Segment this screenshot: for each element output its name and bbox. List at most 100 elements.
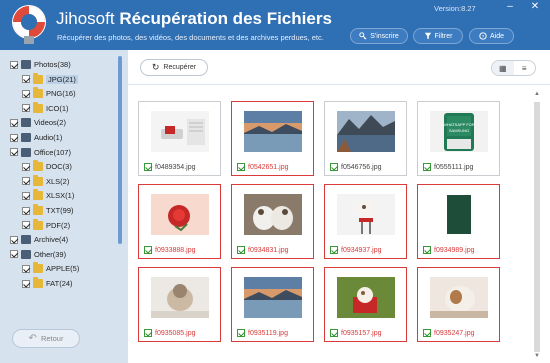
- photo-icon: [21, 60, 31, 69]
- file-checkbox[interactable]: [423, 163, 431, 171]
- file-caption: f0546756.jpg: [330, 163, 381, 171]
- folder-icon: [33, 218, 43, 230]
- sidebar-item-pdf[interactable]: PDF(2): [22, 218, 71, 232]
- thumbnail-image: [243, 111, 302, 152]
- file-caption: f0934937.jpg: [330, 246, 381, 254]
- back-button[interactable]: ↶ Retour: [12, 329, 80, 348]
- scroll-down-icon[interactable]: ▼: [532, 352, 542, 360]
- sidebar-item-xlsx[interactable]: XLSX(1): [22, 189, 74, 202]
- file-thumbnail-card[interactable]: f0935157.jpg: [324, 267, 407, 342]
- thumbnail-image: [150, 111, 209, 152]
- sidebar-item-doc[interactable]: DOC(3): [22, 160, 72, 173]
- grid-view-icon[interactable]: ▦: [492, 61, 514, 75]
- version-label: Version:8.27: [434, 4, 476, 13]
- file-thumbnail-card[interactable]: f0935085.jpg: [138, 267, 221, 342]
- sidebar-item-photos[interactable]: Photos(38): [10, 58, 71, 71]
- checkbox[interactable]: [22, 206, 30, 215]
- sidebar-item-label: PDF(2): [46, 220, 71, 230]
- file-thumbnail-card[interactable]: f0546756.jpg: [324, 101, 407, 176]
- sidebar-item-other[interactable]: Other(39): [10, 248, 66, 261]
- sidebar-item-png[interactable]: PNG(16): [22, 87, 76, 100]
- file-checkbox[interactable]: [330, 329, 338, 337]
- sidebar-item-fat[interactable]: FAT(24): [22, 277, 73, 290]
- close-icon[interactable]: ✕: [528, 1, 542, 13]
- sidebar-item-jpg[interactable]: JPG(21): [22, 72, 78, 86]
- thumbnail-image: WHATSAPP FOR SAMSUNG: [429, 111, 488, 152]
- file-thumbnail-card[interactable]: f0935119.jpg: [231, 267, 314, 342]
- recover-icon: ↻: [151, 62, 160, 72]
- checkbox[interactable]: [22, 162, 30, 171]
- checkbox[interactable]: [10, 148, 18, 157]
- sidebar-item-txt[interactable]: TXT(99): [22, 204, 74, 217]
- checkbox[interactable]: [22, 221, 30, 230]
- file-thumbnail-card[interactable]: f0934831.jpg: [231, 184, 314, 259]
- folder-icon: [33, 160, 43, 172]
- thumbnail-image: [336, 277, 395, 318]
- sidebar-scrollbar[interactable]: [118, 56, 122, 244]
- help-button[interactable]: ? Aide: [469, 28, 514, 44]
- file-thumbnail-card[interactable]: f0935247.jpg: [417, 267, 500, 342]
- filter-icon: [424, 32, 431, 40]
- sidebar-item-ico[interactable]: ICO(1): [22, 101, 69, 115]
- file-thumbnail-card[interactable]: f0934989.jpg: [417, 184, 500, 259]
- file-thumbnail-card[interactable]: f0542651.jpg: [231, 101, 314, 176]
- file-thumbnail-card[interactable]: WHATSAPP FOR SAMSUNG f0555111.jpg: [417, 101, 500, 176]
- file-checkbox[interactable]: [423, 246, 431, 254]
- title-main: Récupération des Fichiers: [119, 9, 332, 28]
- sidebar-item-audio[interactable]: Audio(1): [10, 131, 62, 144]
- file-thumbnail-card[interactable]: f0933888.jpg: [138, 184, 221, 259]
- checkbox[interactable]: [10, 118, 18, 127]
- file-caption: f0935119.jpg: [237, 329, 288, 337]
- sidebar-item-apple[interactable]: APPLE(5): [22, 262, 79, 275]
- filter-button[interactable]: Filtrer: [413, 28, 463, 44]
- file-name: f0555111.jpg: [434, 163, 474, 171]
- checkbox[interactable]: [22, 191, 30, 200]
- folder-icon: [33, 101, 43, 113]
- file-checkbox[interactable]: [237, 163, 245, 171]
- checkbox[interactable]: [22, 75, 30, 84]
- file-checkbox[interactable]: [144, 246, 152, 254]
- file-checkbox[interactable]: [144, 329, 152, 337]
- file-thumbnail-card[interactable]: f0489354.jpg: [138, 101, 221, 176]
- checkbox[interactable]: [10, 133, 18, 142]
- scroll-up-icon[interactable]: ▲: [532, 90, 542, 98]
- file-checkbox[interactable]: [330, 163, 338, 171]
- register-button[interactable]: S'inscrire: [350, 28, 408, 44]
- sidebar-item-office[interactable]: Office(107): [10, 146, 71, 159]
- scroll-thumb[interactable]: [534, 102, 540, 352]
- folder-icon: [33, 204, 43, 215]
- file-name: f0542651.jpg: [248, 163, 289, 171]
- app-title: Jihosoft Récupération des Fichiers: [56, 9, 332, 29]
- file-checkbox[interactable]: [423, 329, 431, 337]
- file-caption: f0935085.jpg: [144, 329, 195, 337]
- sidebar-item-xls[interactable]: XLS(2): [22, 174, 69, 188]
- file-checkbox[interactable]: [144, 163, 152, 171]
- checkbox[interactable]: [22, 264, 30, 273]
- file-name: f0546756.jpg: [341, 163, 382, 171]
- checkbox[interactable]: [22, 279, 30, 288]
- checkbox[interactable]: [22, 177, 30, 186]
- minimize-icon[interactable]: –: [503, 1, 517, 13]
- checkbox[interactable]: [10, 60, 18, 69]
- checkbox[interactable]: [10, 250, 18, 259]
- sidebar-item-archive[interactable]: Archive(4): [10, 233, 68, 246]
- folder-icon: [33, 72, 43, 84]
- audio-icon: [21, 133, 31, 142]
- thumbnail-image: [243, 277, 302, 318]
- thumbnail-image: [243, 194, 302, 235]
- file-checkbox[interactable]: [237, 246, 245, 254]
- file-checkbox[interactable]: [330, 246, 338, 254]
- file-checkbox[interactable]: [237, 329, 245, 337]
- recover-button[interactable]: ↻ Recupérer: [140, 59, 208, 76]
- sidebar-item-label: ICO(1): [46, 103, 69, 113]
- file-thumbnail-card[interactable]: f0934937.jpg: [324, 184, 407, 259]
- list-view-icon[interactable]: ≡: [514, 61, 536, 75]
- checkbox[interactable]: [22, 104, 30, 113]
- file-name: f0935157.jpg: [341, 329, 382, 337]
- folder-icon: [33, 277, 43, 288]
- content-scrollbar[interactable]: ▲ ▼: [532, 90, 542, 360]
- sidebar-item-label: DOC(3): [46, 162, 72, 172]
- checkbox[interactable]: [22, 89, 30, 98]
- checkbox[interactable]: [10, 235, 18, 244]
- sidebar-item-videos[interactable]: Videos(2): [10, 116, 66, 129]
